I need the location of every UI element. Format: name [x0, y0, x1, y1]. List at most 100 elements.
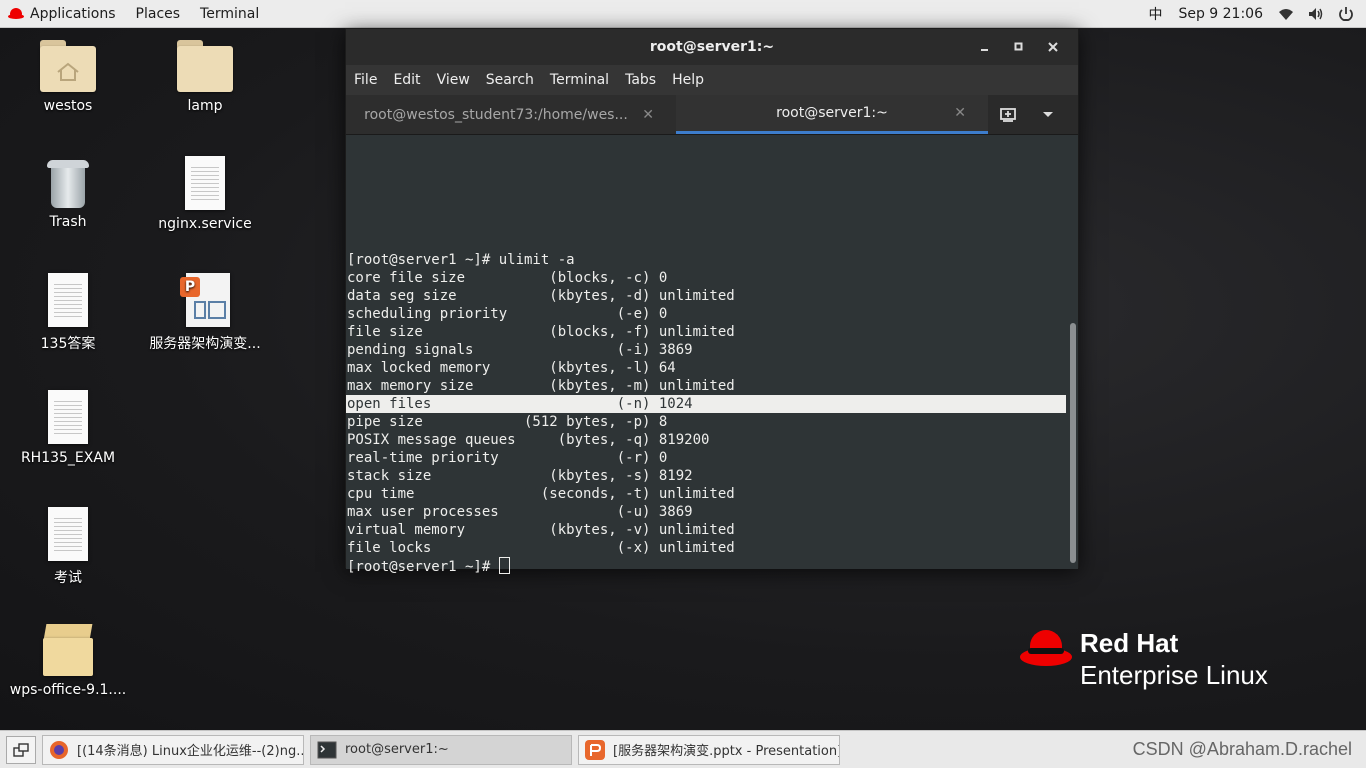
trash-icon — [47, 158, 89, 208]
chevron-down-icon — [1043, 111, 1053, 117]
menu-edit[interactable]: Edit — [385, 72, 428, 88]
maximize-icon — [1014, 42, 1023, 51]
top-panel: Applications Places Terminal 中 Sep 9 21:… — [0, 0, 1366, 28]
window-titlebar[interactable]: root@server1:~ — [346, 29, 1078, 65]
terminal-line: pipe size (512 bytes, -p) 8 — [347, 414, 668, 430]
terminal-line: [root@server1 ~]# ulimit -a — [347, 252, 575, 268]
desktop-icon-rh135-exam[interactable]: RH135_EXAM — [3, 390, 133, 466]
text-file-icon — [48, 273, 88, 327]
home-folder-icon — [40, 40, 96, 92]
new-tab-button[interactable] — [988, 95, 1028, 135]
terminal-line-selected: open files (-n) 1024 — [346, 395, 1066, 413]
maximize-button[interactable] — [1002, 29, 1036, 65]
places-menu[interactable]: Places — [126, 0, 191, 28]
clock[interactable]: Sep 9 21:06 — [1170, 6, 1271, 22]
close-icon — [1048, 42, 1058, 52]
menu-tabs[interactable]: Tabs — [617, 72, 664, 88]
desktop-icon-wps-office[interactable]: wps-office-9.1.... — [3, 620, 133, 698]
terminal-line: data seg size (kbytes, -d) unlimited — [347, 288, 735, 304]
terminal-line: real-time priority (-r) 0 — [347, 450, 668, 466]
desktop-icon-135-answers[interactable]: 135答案 — [3, 273, 133, 353]
applications-menu[interactable]: Applications — [0, 0, 126, 28]
terminal-line: max memory size (kbytes, -m) unlimited — [347, 378, 735, 394]
terminal-icon — [317, 741, 337, 758]
terminal-menubar: File Edit View Search Terminal Tabs Help — [346, 65, 1078, 95]
desktop-icon-label: Trash — [49, 214, 87, 230]
bottom-taskbar: [(14条消息) Linux企业化运维--(2)ng... root@serve… — [0, 730, 1366, 768]
text-file-icon — [48, 390, 88, 444]
text-file-icon — [185, 156, 225, 210]
logo-line-1: Red Hat — [1080, 628, 1179, 658]
tab-server1[interactable]: root@server1:~ ✕ — [676, 95, 988, 134]
desktop-icon-westos[interactable]: westos — [3, 40, 133, 114]
show-desktop-button[interactable] — [6, 735, 36, 764]
input-method-indicator[interactable]: 中 — [1140, 4, 1170, 24]
minimize-icon — [981, 49, 988, 51]
desktop-icon-label: wps-office-9.1.... — [9, 682, 127, 698]
desktop-icon-lamp[interactable]: lamp — [140, 40, 270, 114]
taskbar-item-presentation[interactable]: [服务器架构演变.pptx - Presentation] — [578, 734, 840, 765]
redhat-enterprise-linux-logo: Red Hat Enterprise Linux — [1020, 624, 1300, 694]
show-desktop-icon — [13, 742, 29, 757]
terminal-line: file size (blocks, -f) unlimited — [347, 324, 735, 340]
tab-label: root@server1:~ — [776, 105, 888, 121]
volume-icon[interactable] — [1308, 7, 1324, 21]
task-label: root@server1:~ — [345, 742, 449, 757]
taskbar-item-browser[interactable]: [(14条消息) Linux企业化运维--(2)ng... — [42, 734, 304, 765]
power-icon[interactable] — [1338, 6, 1354, 21]
terminal-window[interactable]: root@server1:~ File Edit View Search Ter… — [345, 28, 1079, 575]
desktop-icon-label: nginx.service — [158, 216, 252, 232]
redhat-hat-icon — [8, 7, 24, 20]
terminal-tabbar: root@westos_student73:/home/wes... ✕ roo… — [346, 95, 1078, 135]
desktop-icon-label: 考试 — [54, 570, 82, 586]
close-button[interactable] — [1036, 29, 1070, 65]
terminal-line: pending signals (-i) 3869 — [347, 342, 693, 358]
terminal-line: core file size (blocks, -c) 0 — [347, 270, 668, 286]
wifi-icon[interactable] — [1278, 7, 1294, 21]
close-tab-icon[interactable]: ✕ — [954, 105, 966, 121]
desktop-icon-trash[interactable]: Trash — [3, 158, 133, 230]
task-label: [(14条消息) Linux企业化运维--(2)ng... — [77, 744, 304, 759]
package-icon — [41, 620, 95, 676]
close-tab-icon[interactable]: ✕ — [642, 107, 654, 123]
scrollbar-thumb[interactable] — [1070, 323, 1076, 563]
terminal-line: max locked memory (kbytes, -l) 64 — [347, 360, 676, 376]
terminal-menu-label: Terminal — [200, 5, 260, 22]
terminal-line: max user processes (-u) 3869 — [347, 504, 693, 520]
desktop-icon-label: westos — [43, 98, 93, 114]
tab-label: root@westos_student73:/home/wes... — [364, 106, 628, 123]
terminal-line: cpu time (seconds, -t) unlimited — [347, 486, 735, 502]
terminal-scrollbar[interactable] — [1068, 135, 1078, 569]
text-file-icon — [48, 507, 88, 561]
places-label: Places — [135, 5, 181, 22]
terminal-line: POSIX message queues (bytes, -q) 819200 — [347, 432, 710, 448]
desktop-icon-exam[interactable]: 考试 — [3, 507, 133, 587]
menu-view[interactable]: View — [429, 72, 478, 88]
desktop-icon-label: 135答案 — [40, 336, 96, 352]
menu-search[interactable]: Search — [478, 72, 542, 88]
taskbar-item-terminal[interactable]: root@server1:~ — [310, 734, 572, 765]
folder-icon — [177, 40, 233, 92]
tab-list-dropdown[interactable] — [1028, 95, 1068, 135]
menu-help[interactable]: Help — [664, 72, 712, 88]
new-tab-icon — [1000, 107, 1016, 122]
desktop-icon-presentation[interactable]: P 服务器架构演变... — [140, 273, 270, 353]
desktop-icon-nginx-service[interactable]: nginx.service — [140, 156, 270, 232]
menu-terminal[interactable]: Terminal — [542, 72, 617, 88]
terminal-app-menu[interactable]: Terminal — [190, 0, 269, 28]
desktop-icon-label: RH135_EXAM — [20, 450, 116, 466]
desktop-icon-label: lamp — [187, 98, 223, 114]
applications-label: Applications — [30, 5, 116, 22]
text-cursor — [498, 557, 510, 574]
terminal-prompt-line[interactable]: [root@server1 ~]# — [346, 557, 1070, 575]
redhat-logo-icon — [1020, 630, 1072, 670]
task-label: [服务器架构演变.pptx - Presentation] — [613, 744, 840, 759]
terminal-line: scheduling priority (-e) 0 — [347, 306, 668, 322]
terminal-line: stack size (kbytes, -s) 8192 — [347, 468, 693, 484]
terminal-screen[interactable]: [root@server1 ~]# ulimit -a core file si… — [346, 135, 1070, 575]
tab-westos-student[interactable]: root@westos_student73:/home/wes... ✕ — [346, 95, 676, 134]
menu-file[interactable]: File — [346, 72, 385, 88]
minimize-button[interactable] — [968, 29, 1002, 65]
window-title: root@server1:~ — [649, 39, 775, 55]
logo-line-2: Enterprise Linux — [1080, 660, 1268, 690]
